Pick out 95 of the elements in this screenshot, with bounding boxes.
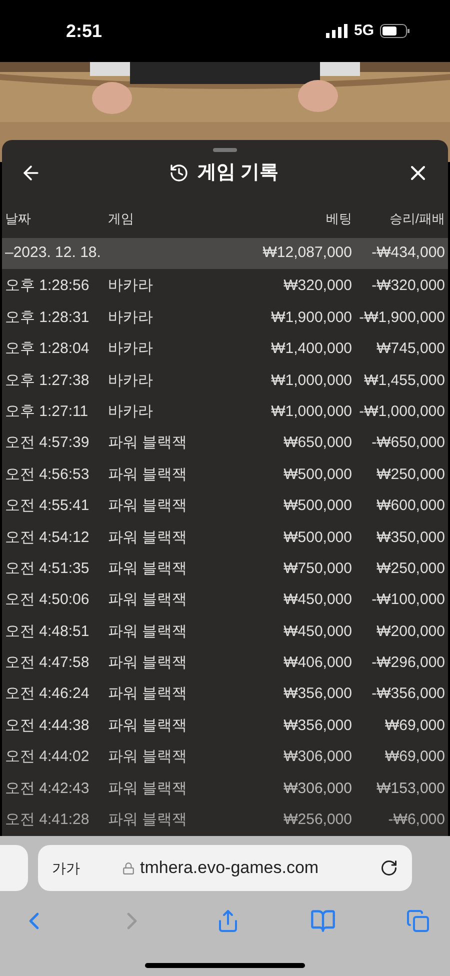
result-cell-text: ₩1,455,000 [363, 370, 445, 391]
bet-cell-text: ₩356,000 [282, 684, 352, 704]
result-cell-text: -₩1,900,000 [358, 308, 445, 328]
summary-result: -₩434,000 [370, 243, 445, 264]
time-cell-text: 오전 4:48:51 [5, 622, 90, 642]
result-cell-text: -₩650,000 [370, 433, 445, 454]
time-cell-text: 오전 4:55:41 [5, 496, 90, 516]
bookmarks-icon[interactable] [310, 908, 336, 934]
time-cell-text: 오전 4:46:24 [5, 684, 90, 704]
text-size-button[interactable]: 가가 [52, 858, 122, 878]
game-cell-text: 바카라 [108, 370, 154, 391]
time-cell-text: 오후 1:27:11 [5, 402, 90, 422]
bet-cell-text: ₩306,000 [282, 747, 352, 768]
game-cell-text: 파워 블랙잭 [108, 684, 188, 704]
result-cell-text: ₩69,000 [384, 716, 445, 736]
bet-cell-text: ₩1,400,000 [270, 339, 352, 360]
result-cell-text: ₩200,000 [376, 622, 445, 642]
game-cell-text: 파워 블랙잭 [108, 528, 188, 548]
bet-cell-text: ₩256,000 [282, 810, 352, 830]
bet-cell-text: ₩306,000 [282, 778, 352, 799]
time-cell-text: 오전 4:56:53 [5, 464, 90, 485]
result-cell-text: -₩6,000 [387, 810, 445, 830]
network-label: 5G [354, 20, 374, 41]
game-cell-text: 바카라 [108, 402, 154, 422]
column-header: 승리/패배 [388, 210, 445, 228]
result-cell-text: ₩745,000 [376, 339, 445, 360]
bet-cell-text: ₩1,000,000 [270, 402, 352, 422]
result-cell-text: -₩1,000,000 [358, 402, 445, 422]
time-cell-text: 오후 1:28:31 [5, 308, 90, 328]
bet-cell-text: ₩450,000 [282, 590, 352, 610]
summary-bet: ₩12,087,000 [262, 243, 352, 264]
time-cell-text: 오후 1:27:38 [5, 370, 90, 391]
reload-icon[interactable] [380, 859, 398, 877]
bet-cell-text: ₩450,000 [282, 622, 352, 642]
time-cell-text: 오전 4:47:58 [5, 653, 90, 674]
game-cell-text: 파워 블랙잭 [108, 590, 188, 610]
result-cell-text: ₩250,000 [376, 464, 445, 485]
game-cell-text: 파워 블랙잭 [108, 433, 188, 454]
summary-date: –2023. 12. 18. [5, 243, 102, 264]
bet-cell-text: ₩500,000 [282, 464, 352, 485]
game-cell-text: 파워 블랙잭 [108, 810, 188, 830]
time-cell-text: 오전 4:50:06 [5, 590, 90, 610]
bet-cell-text: ₩320,000 [282, 276, 352, 296]
game-cell-text: 파워 블랙잭 [108, 747, 188, 768]
result-cell-text: -₩100,000 [370, 590, 445, 610]
time-cell-text: 오전 4:54:12 [5, 528, 90, 548]
column-header: 게임 [108, 210, 135, 228]
time-cell-text: 오전 4:51:35 [5, 558, 90, 579]
share-icon[interactable] [216, 909, 240, 933]
game-cell-text: 파워 블랙잭 [108, 716, 188, 736]
result-cell-text: -₩296,000 [370, 653, 445, 674]
bet-cell-text: ₩406,000 [282, 653, 352, 674]
bet-cell-text: ₩356,000 [282, 716, 352, 736]
bet-cell-text: ₩1,000,000 [270, 370, 352, 391]
result-cell-text: -₩356,000 [370, 684, 445, 704]
time-cell-text: 오전 4:42:43 [5, 778, 90, 799]
bet-cell-text: ₩500,000 [282, 496, 352, 516]
game-cell-text: 바카라 [108, 276, 154, 296]
result-cell-text: ₩350,000 [376, 528, 445, 548]
time-cell-text: 오전 4:57:39 [5, 433, 90, 454]
time-cell-text: 오후 1:28:56 [5, 276, 90, 296]
game-cell-text: 바카라 [108, 308, 154, 328]
time-cell-text: 오전 4:41:28 [5, 810, 90, 830]
time-cell-text: 오전 4:44:38 [5, 716, 90, 736]
column-header: 베팅 [325, 210, 352, 228]
result-cell-text: -₩320,000 [370, 276, 445, 296]
game-cell-text: 파워 블랙잭 [108, 496, 188, 516]
signal-icon [326, 24, 348, 38]
game-cell-text: 파워 블랙잭 [108, 622, 188, 642]
address-bar[interactable]: 가가 tmhera.evo-games.com [38, 845, 412, 891]
history-icon [169, 163, 190, 184]
sheet-title: 게임 기록 [197, 160, 279, 185]
time-cell-text: 오후 1:28:04 [5, 339, 90, 360]
result-cell-text: ₩250,000 [376, 558, 445, 579]
lock-icon [122, 862, 135, 874]
game-cell-text: 파워 블랙잭 [108, 653, 188, 674]
result-cell-text: ₩69,000 [384, 747, 445, 768]
game-cell-text: 파워 블랙잭 [108, 464, 188, 485]
status-time: 2:51 [66, 20, 102, 42]
url-text: tmhera.evo-games.com [140, 857, 320, 880]
bet-cell-text: ₩1,900,000 [270, 308, 352, 328]
tabs-icon[interactable] [406, 909, 430, 933]
column-header: 날짜 [5, 210, 32, 228]
game-cell-text: 파워 블랙잭 [108, 558, 188, 579]
time-cell-text: 오전 4:44:02 [5, 747, 90, 768]
game-cell-text: 바카라 [108, 339, 154, 360]
drag-handle[interactable] [213, 148, 237, 152]
result-cell-text: ₩153,000 [376, 778, 445, 799]
previous-tab-edge[interactable] [0, 845, 28, 891]
game-cell-text: 파워 블랙잭 [108, 778, 188, 799]
bet-cell-text: ₩750,000 [282, 558, 352, 579]
bet-cell-text: ₩650,000 [282, 433, 352, 454]
battery-icon [380, 24, 410, 38]
bet-cell-text: ₩500,000 [282, 528, 352, 548]
result-cell-text: ₩600,000 [376, 496, 445, 516]
